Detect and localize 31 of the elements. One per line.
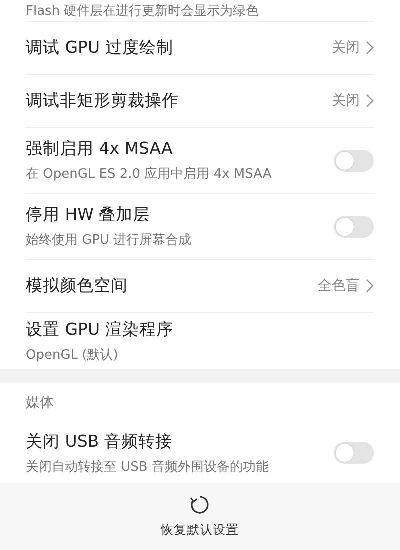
reset-button[interactable]: 恢复默认设置 xyxy=(161,494,239,539)
toggle-switch[interactable] xyxy=(334,216,374,238)
setting-description: 在 OpenGL ES 2.0 应用中启用 4x MSAA xyxy=(26,166,273,183)
toggle-switch[interactable] xyxy=(334,150,374,172)
setting-title: 强制启用 4x MSAA xyxy=(26,138,174,160)
setting-title: 关闭 USB 音频转接 xyxy=(26,430,174,452)
settings-row[interactable]: 模拟颜色空间 全色盲 xyxy=(26,260,374,313)
chevron-icon xyxy=(366,41,374,55)
chevron-icon xyxy=(366,94,374,108)
setting-value: 全色盲 xyxy=(318,277,360,295)
settings-row[interactable]: 强制启用 4x MSAA 在 OpenGL ES 2.0 应用中启用 4x MSAA xyxy=(26,128,374,194)
setting-title: 调试非矩形剪裁操作 xyxy=(26,90,180,112)
setting-description: 始终使用 GPU 进行屏幕合成 xyxy=(26,232,193,249)
settings-row[interactable]: 调试 GPU 过度绘制 关闭 xyxy=(26,22,374,75)
setting-value: 关闭 xyxy=(332,92,360,110)
settings-row[interactable]: 设置 GPU 渲染程序 OpenGL (默认) xyxy=(26,313,374,369)
toggle-switch[interactable] xyxy=(334,442,374,464)
setting-value: 关闭 xyxy=(332,39,360,57)
settings-row[interactable]: 停用 HW 叠加层 始终使用 GPU 进行屏幕合成 xyxy=(26,194,374,260)
setting-title: 停用 HW 叠加层 xyxy=(26,204,152,226)
chevron-icon xyxy=(366,279,374,293)
settings-row[interactable]: 调试非矩形剪裁操作 关闭 xyxy=(26,75,374,128)
setting-title: 调试 GPU 过度绘制 xyxy=(26,37,174,59)
setting-description: Flash 硬件层在进行更新时会显示为绿色 xyxy=(26,3,260,20)
setting-description: OpenGL (默认) xyxy=(26,346,120,364)
section-header: 媒体 xyxy=(26,394,54,412)
settings-row[interactable]: 关闭 USB 音频转接 关闭自动转接至 USB 音频外围设备的功能 xyxy=(26,423,374,483)
reset-icon xyxy=(189,494,211,516)
setting-description: 关闭自动转接至 USB 音频外围设备的功能 xyxy=(26,458,270,476)
setting-title: 模拟颜色空间 xyxy=(26,275,129,297)
setting-title: 设置 GPU 渲染程序 xyxy=(26,318,174,340)
